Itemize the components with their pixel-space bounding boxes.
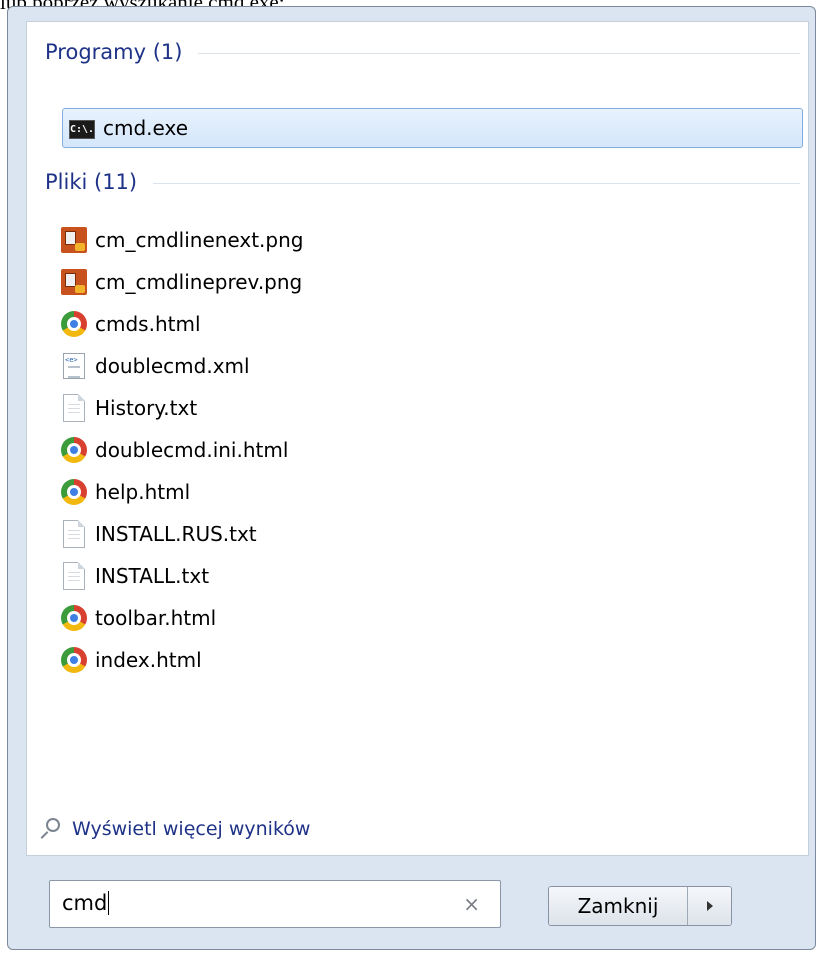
divider [198,53,800,54]
result-item-label: cm_cmdlineprev.png [95,270,303,294]
chrome-icon [61,605,87,631]
chevron-right-icon [706,901,713,911]
result-item-file[interactable]: index.html [61,640,802,680]
search-input[interactable]: cmd × [49,880,501,928]
result-item-label: cmd.exe [103,116,189,140]
see-more-results-link[interactable]: Wyświetl więcej wyników [38,814,310,844]
shutdown-options-button[interactable] [688,887,731,925]
chrome-icon [61,311,87,337]
group-title-programs[interactable]: Programy (1) [45,40,182,64]
divider [153,183,800,184]
png-icon [61,269,87,295]
result-item-label: help.html [95,480,191,504]
txt-icon [63,394,85,422]
text-caret [108,891,110,915]
xml-icon [63,353,85,379]
result-item-file[interactable]: toolbar.html [61,598,802,638]
result-item-file[interactable]: History.txt [61,388,802,428]
start-menu-search-window: Programy (1) C:\. cmd.exe Pliki (11) cm_… [7,6,816,950]
result-item-file[interactable]: help.html [61,472,802,512]
group-header-programs: Programy (1) [45,36,800,68]
result-item-file[interactable]: cm_cmdlinenext.png [61,220,802,260]
chrome-icon [61,479,87,505]
shutdown-button[interactable]: Zamknij [549,887,688,925]
txt-icon [63,562,85,590]
see-more-results-label: Wyświetl więcej wyników [72,818,311,840]
search-icon [38,817,62,841]
result-item-label: History.txt [95,396,198,420]
png-icon [61,227,87,253]
result-item-file[interactable]: doublecmd.xml [61,346,802,386]
result-item-file[interactable]: cm_cmdlineprev.png [61,262,802,302]
search-input-value: cmd [62,891,110,915]
search-results-panel: Programy (1) C:\. cmd.exe Pliki (11) cm_… [26,21,809,856]
result-item-file[interactable]: INSTALL.RUS.txt [61,514,802,554]
shutdown-control: Zamknij [548,886,732,926]
close-icon[interactable]: × [463,892,480,916]
result-item-label: doublecmd.ini.html [95,438,289,462]
result-item-label: cmds.html [95,312,201,336]
result-item-label: doublecmd.xml [95,354,250,378]
chrome-icon [61,437,87,463]
group-header-files: Pliki (11) [45,166,800,198]
result-item-label: toolbar.html [95,606,217,630]
txt-icon [63,520,85,548]
chrome-icon [61,647,87,673]
result-item-file[interactable]: doublecmd.ini.html [61,430,802,470]
result-item-label: INSTALL.RUS.txt [95,522,257,546]
result-item-label: cm_cmdlinenext.png [95,228,304,252]
search-query-text: cmd [62,891,108,915]
result-item-label: index.html [95,648,202,672]
result-item-cmd-exe[interactable]: C:\. cmd.exe [62,108,803,148]
group-title-files[interactable]: Pliki (11) [45,170,137,194]
cmd-icon: C:\. [69,120,95,139]
result-item-file[interactable]: cmds.html [61,304,802,344]
result-item-label: INSTALL.txt [95,564,210,588]
result-item-file[interactable]: INSTALL.txt [61,556,802,596]
